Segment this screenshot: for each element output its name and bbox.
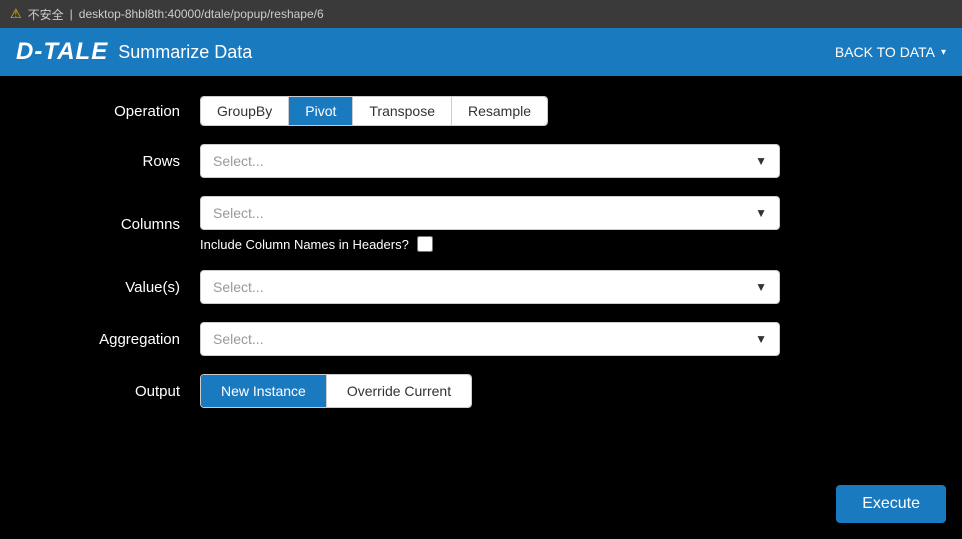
resample-button[interactable]: Resample bbox=[452, 97, 547, 125]
execute-button[interactable]: Execute bbox=[836, 485, 946, 523]
include-names-row: Include Column Names in Headers? bbox=[200, 236, 922, 252]
rows-control: Select... ▼ bbox=[200, 144, 922, 178]
output-row: Output New Instance Override Current bbox=[40, 374, 922, 408]
warning-icon: ⚠ bbox=[10, 6, 22, 22]
output-label: Output bbox=[40, 383, 200, 400]
columns-control: Select... ▼ Include Column Names in Head… bbox=[200, 196, 922, 252]
values-dropdown-arrow: ▼ bbox=[755, 280, 767, 294]
values-row: Value(s) Select... ▼ bbox=[40, 270, 922, 304]
browser-bar: ⚠ 不安全 | desktop-8hbl8th:40000/dtale/popu… bbox=[0, 0, 962, 28]
aggregation-control: Select... ▼ bbox=[200, 322, 922, 356]
app-title: Summarize Data bbox=[118, 42, 252, 63]
back-to-data-button[interactable]: BACK TO DATA ▾ bbox=[835, 44, 946, 60]
rows-dropdown-arrow: ▼ bbox=[755, 154, 767, 168]
aggregation-select[interactable]: Select... ▼ bbox=[200, 322, 780, 356]
back-to-data-label: BACK TO DATA bbox=[835, 44, 935, 60]
transpose-button[interactable]: Transpose bbox=[353, 97, 452, 125]
columns-placeholder: Select... bbox=[213, 205, 264, 221]
values-control: Select... ▼ bbox=[200, 270, 922, 304]
output-control: New Instance Override Current bbox=[200, 374, 922, 408]
new-instance-button[interactable]: New Instance bbox=[201, 375, 327, 407]
operation-label: Operation bbox=[40, 103, 200, 120]
rows-placeholder: Select... bbox=[213, 153, 264, 169]
values-label: Value(s) bbox=[40, 279, 200, 296]
main-content: Operation GroupBy Pivot Transpose Resamp… bbox=[0, 76, 962, 446]
security-text: 不安全 bbox=[28, 6, 64, 23]
values-placeholder: Select... bbox=[213, 279, 264, 295]
columns-dropdown-arrow: ▼ bbox=[755, 206, 767, 220]
columns-row: Columns Select... ▼ Include Column Names… bbox=[40, 196, 922, 252]
rows-label: Rows bbox=[40, 153, 200, 170]
separator: | bbox=[70, 7, 73, 21]
operation-button-group: GroupBy Pivot Transpose Resample bbox=[200, 96, 548, 126]
app-header: D-TALE Summarize Data BACK TO DATA ▾ bbox=[0, 28, 962, 76]
rows-row: Rows Select... ▼ bbox=[40, 144, 922, 178]
operation-row: Operation GroupBy Pivot Transpose Resamp… bbox=[40, 96, 922, 126]
groupby-button[interactable]: GroupBy bbox=[201, 97, 289, 125]
include-names-checkbox[interactable] bbox=[417, 236, 433, 252]
aggregation-dropdown-arrow: ▼ bbox=[755, 332, 767, 346]
operation-buttons-area: GroupBy Pivot Transpose Resample bbox=[200, 96, 922, 126]
aggregation-label: Aggregation bbox=[40, 331, 200, 348]
output-button-group: New Instance Override Current bbox=[200, 374, 472, 408]
values-select[interactable]: Select... ▼ bbox=[200, 270, 780, 304]
rows-select[interactable]: Select... ▼ bbox=[200, 144, 780, 178]
back-caret-icon: ▾ bbox=[941, 47, 946, 58]
url-text: desktop-8hbl8th:40000/dtale/popup/reshap… bbox=[79, 7, 324, 21]
override-current-button[interactable]: Override Current bbox=[327, 375, 471, 407]
include-names-label: Include Column Names in Headers? bbox=[200, 237, 409, 252]
aggregation-placeholder: Select... bbox=[213, 331, 264, 347]
pivot-button[interactable]: Pivot bbox=[289, 97, 353, 125]
aggregation-row: Aggregation Select... ▼ bbox=[40, 322, 922, 356]
logo-area: D-TALE Summarize Data bbox=[16, 38, 252, 66]
columns-select[interactable]: Select... ▼ bbox=[200, 196, 780, 230]
columns-label: Columns bbox=[40, 216, 200, 233]
app-logo: D-TALE bbox=[16, 38, 108, 66]
